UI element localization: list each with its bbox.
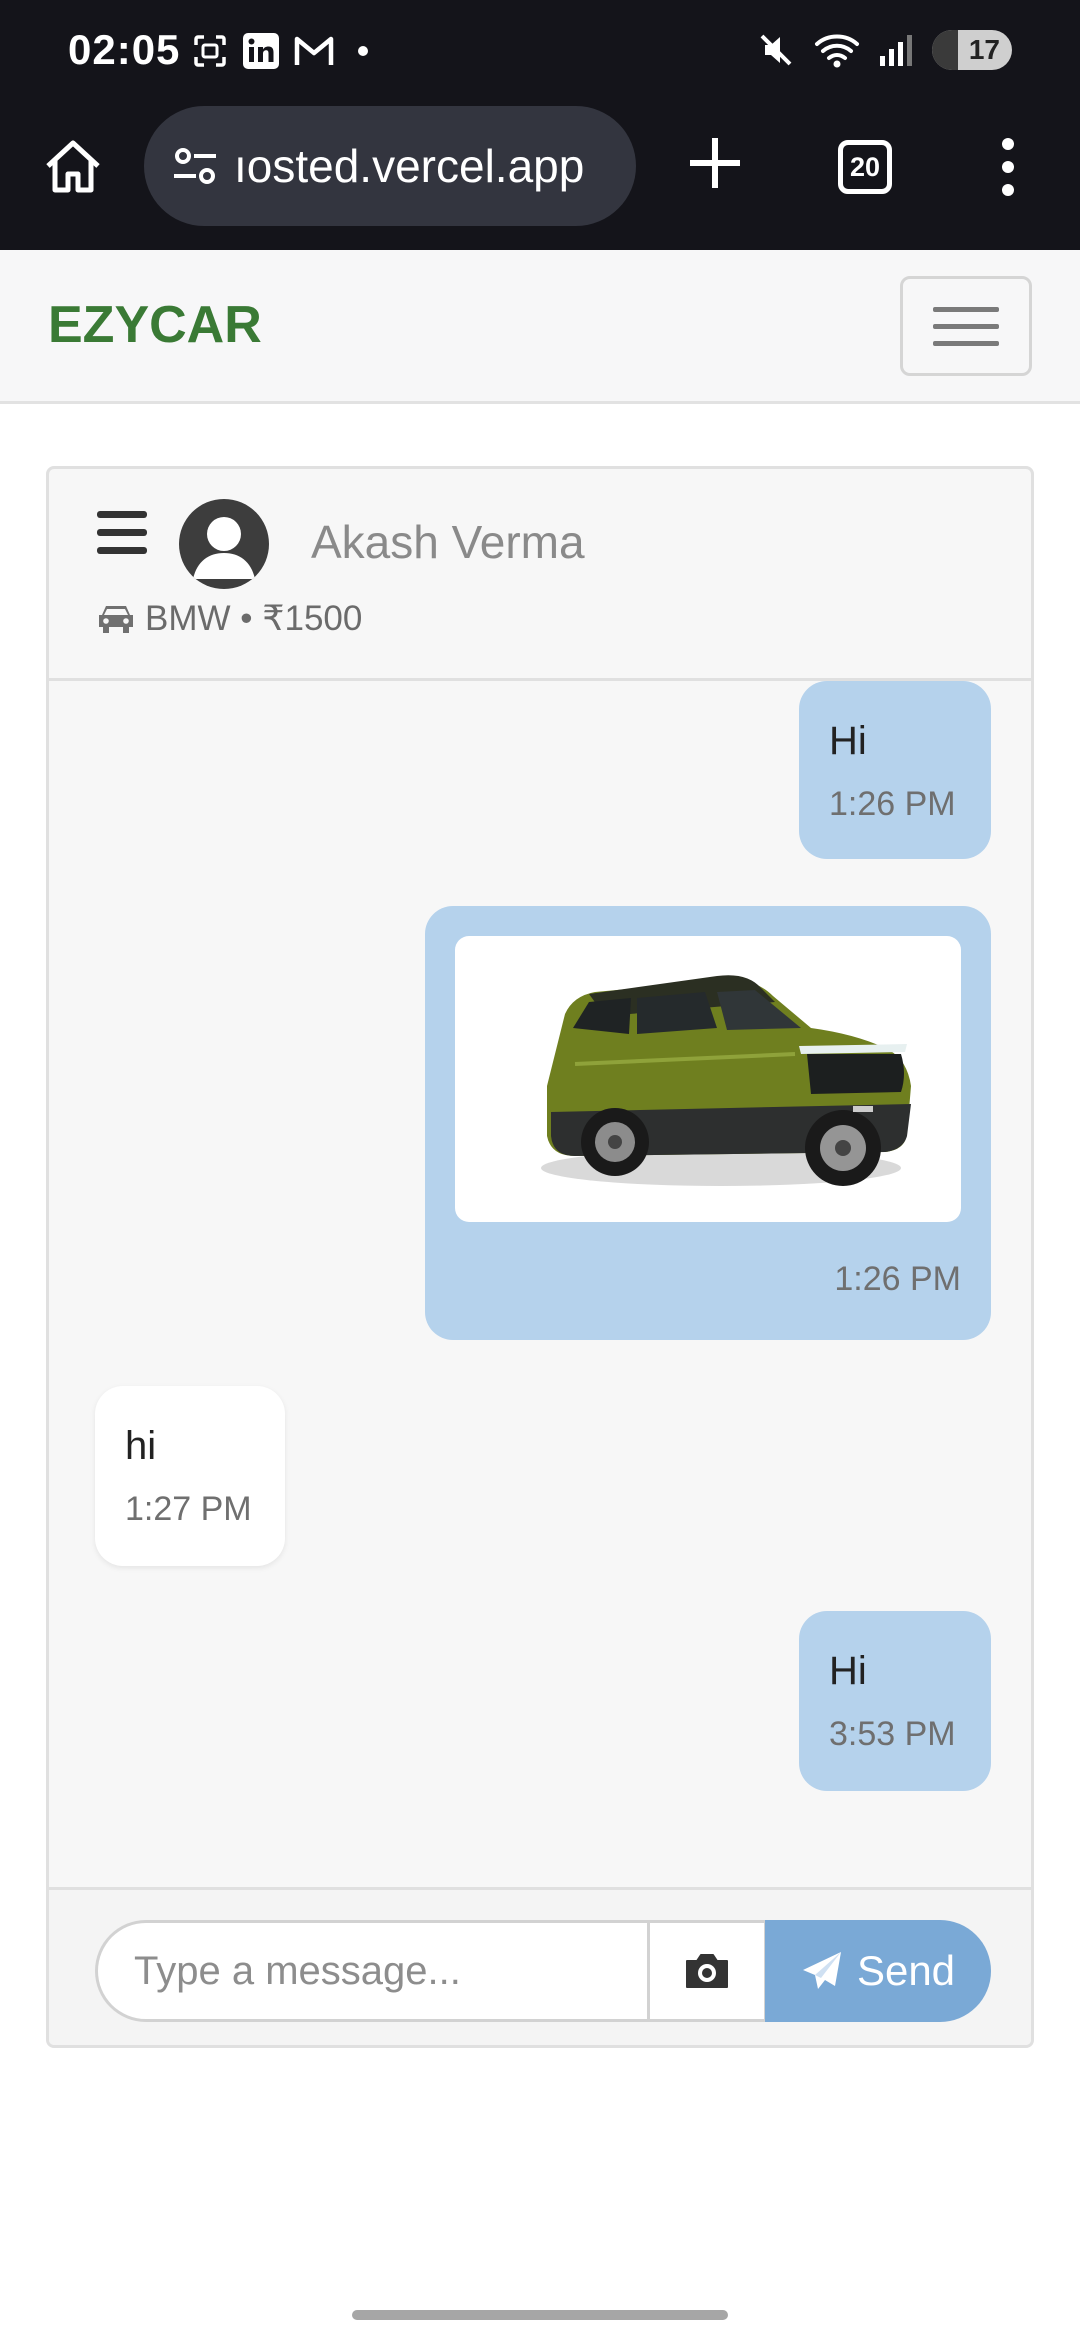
browser-toolbar: ıosted.vercel.app 20 (0, 104, 1080, 250)
address-bar[interactable]: ıosted.vercel.app (144, 106, 636, 226)
linkedin-icon (243, 33, 279, 69)
message-bubble-outgoing-image: 1:26 PM (425, 906, 991, 1340)
status-bar: 02:05 17 (0, 0, 1080, 104)
notification-dot-icon (358, 46, 368, 56)
hamburger-icon (933, 306, 999, 312)
message-text: hi (125, 1424, 157, 1468)
battery-level: 17 (968, 34, 1000, 65)
user-icon (193, 517, 255, 579)
wifi-icon (815, 34, 859, 68)
home-icon[interactable] (40, 134, 106, 200)
message-text: Hi (829, 719, 867, 763)
message-time: 3:53 PM (829, 1715, 956, 1753)
url-text: ıosted.vercel.app (234, 140, 585, 192)
send-label: Send (856, 1947, 956, 1994)
car-info-text: BMW • ₹1500 (145, 599, 363, 638)
status-icons-right: 17 (756, 30, 1012, 70)
car-info: BMW • ₹1500 (95, 599, 362, 639)
camera-button[interactable] (647, 1920, 767, 2022)
home-indicator[interactable] (352, 2310, 728, 2320)
screenshot-icon (194, 35, 226, 67)
chat-header: Akash Verma BMW • ₹1500 (49, 469, 1031, 681)
status-time: 02:05 (68, 26, 181, 73)
message-list: Hi 1:26 PM 1:26 PM hi 1:27 PM Hi 3:53 PM (49, 681, 1031, 1811)
tab-count: 20 (849, 151, 881, 182)
camera-icon (686, 1954, 728, 1988)
mute-icon (760, 34, 792, 66)
message-bubble-outgoing: Hi 1:26 PM (799, 681, 991, 859)
tab-switcher-button[interactable]: 20 (838, 140, 892, 194)
status-icons-left (192, 32, 378, 70)
more-options-icon[interactable] (996, 134, 1020, 200)
car-image[interactable] (455, 936, 961, 1222)
paper-plane-icon (802, 1952, 841, 1989)
navbar-toggle-button[interactable] (900, 276, 1032, 376)
avatar (179, 499, 269, 589)
battery-icon: 17 (932, 30, 1012, 70)
chat-card: Akash Verma BMW • ₹1500 Hi 1:26 PM 1:26 … (46, 466, 1034, 2048)
message-bubble-incoming: hi 1:27 PM (95, 1386, 285, 1566)
site-settings-icon[interactable] (170, 141, 220, 191)
green-suv-car-image (541, 975, 911, 1186)
new-tab-icon[interactable] (684, 132, 746, 194)
chat-menu-icon[interactable] (97, 511, 147, 555)
brand-logo[interactable]: EZYCAR (48, 295, 262, 355)
send-button[interactable]: Send (765, 1920, 991, 2022)
message-bubble-outgoing: Hi 3:53 PM (799, 1611, 991, 1791)
message-input[interactable] (95, 1920, 649, 2022)
app-navbar: EZYCAR (0, 250, 1080, 404)
message-time: 1:27 PM (125, 1490, 252, 1528)
message-text: Hi (829, 1649, 867, 1693)
gmail-icon (294, 36, 334, 65)
message-time: 1:26 PM (829, 785, 956, 823)
message-time: 1:26 PM (834, 1260, 961, 1298)
signal-icon (880, 35, 912, 66)
contact-name: Akash Verma (311, 516, 585, 568)
car-icon (99, 606, 133, 633)
message-composer: Send (49, 1887, 1031, 2045)
